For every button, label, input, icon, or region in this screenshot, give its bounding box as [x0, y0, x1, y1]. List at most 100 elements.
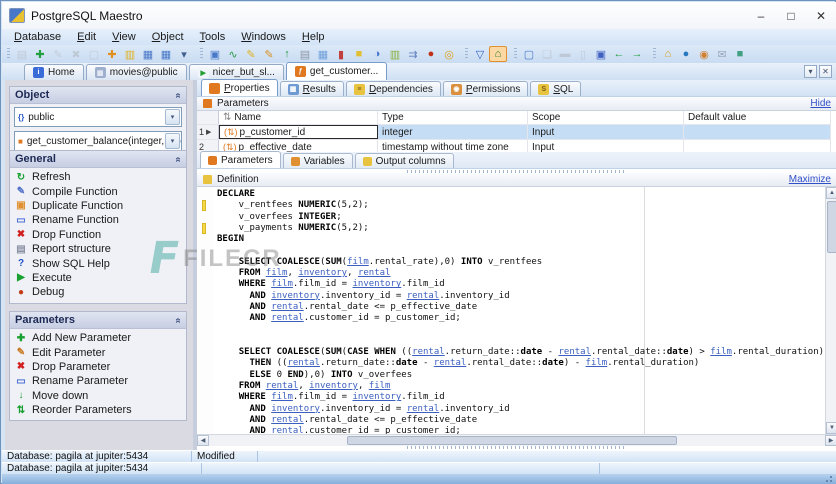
tab-dependencies[interactable]: ≡Dependencies [346, 81, 441, 96]
restore-window-icon[interactable]: ▢ [520, 46, 538, 62]
data-export-icon[interactable]: ↑ [278, 46, 296, 62]
filter-icon[interactable]: ▽ [471, 46, 489, 62]
column-header-name[interactable]: ⇅Name [219, 111, 378, 124]
scroll-right-icon[interactable]: ▶ [825, 435, 836, 446]
scheduler-icon[interactable]: ◑ [368, 46, 386, 62]
resize-grip[interactable] [824, 476, 832, 484]
code-line[interactable]: FROM film, inventory, rental [217, 268, 824, 279]
doc-tab-movies-public[interactable]: ▦movies@public [86, 64, 187, 80]
code-line[interactable]: WHERE film.film_id = inventory.film_id [217, 392, 824, 403]
code-line[interactable]: FROM rental, inventory, film [217, 381, 824, 392]
doc-tab-get-customer[interactable]: ƒget_customer... [286, 62, 387, 80]
action-rename-parameter[interactable]: ▭Rename Parameter [10, 374, 186, 388]
schema-select[interactable]: {}public▾ [14, 107, 182, 127]
print-icon[interactable]: ▤ [296, 46, 314, 62]
users-icon[interactable]: ◉ [695, 46, 713, 62]
collapse-chevron-icon[interactable]: « [173, 317, 184, 323]
action-edit-parameter[interactable]: ✎Edit Parameter [10, 345, 186, 359]
wizard-icon[interactable]: ✚ [103, 46, 121, 62]
tile-vertical-icon[interactable]: ▯ [574, 46, 592, 62]
action-drop-parameter[interactable]: ✖Drop Parameter [10, 360, 186, 374]
code-line[interactable]: SELECT COALESCE(SUM(film.rental_rate),0)… [217, 257, 824, 268]
code-line[interactable]: THEN ((rental.return_date::date - rental… [217, 358, 824, 369]
param-name-cell[interactable]: (⇅)p_customer_id [219, 125, 378, 139]
action-drop-function[interactable]: ✖Drop Function [10, 228, 186, 242]
toolbar-overflow-icon[interactable]: ▾ [175, 46, 193, 62]
report-icon[interactable]: ▮ [332, 46, 350, 62]
param-scope-cell[interactable]: Input [528, 125, 684, 139]
horizontal-scrollbar[interactable]: ◀ ▶ [197, 434, 836, 446]
action-reorder-parameters[interactable]: ⇅Reorder Parameters [10, 403, 186, 417]
vertical-scrollbar-thumb[interactable] [827, 201, 836, 253]
chevron-down-icon[interactable]: ▾ [165, 109, 180, 125]
action-rename-function[interactable]: ▭Rename Function [10, 213, 186, 227]
collapse-chevron-icon[interactable]: « [173, 92, 184, 98]
doc-tab-home[interactable]: iHome [24, 64, 84, 80]
menu-view[interactable]: View [104, 29, 144, 45]
action-duplicate-function[interactable]: ▣Duplicate Function [10, 199, 186, 213]
code-line[interactable] [217, 245, 824, 256]
create-database-icon[interactable]: ✚ [31, 46, 49, 62]
web-icon[interactable]: ● [677, 46, 695, 62]
action-add-new-parameter[interactable]: ✚Add New Parameter [10, 331, 186, 345]
tab-results[interactable]: ▦Results [280, 81, 344, 96]
scroll-up-icon[interactable]: ▲ [826, 187, 836, 199]
hide-link[interactable]: Hide [810, 98, 831, 109]
column-header-default-value[interactable]: Default value [684, 111, 831, 124]
code-line[interactable]: v_overfees INTEGER; [217, 212, 824, 223]
parameters-panel-header[interactable]: Parameters « [10, 312, 186, 329]
code-line[interactable]: AND inventory.inventory_id = rental.inve… [217, 291, 824, 302]
subtab-variables[interactable]: Variables [283, 153, 353, 168]
donut-icon[interactable]: ◎ [440, 46, 458, 62]
column-header-scope[interactable]: Scope [528, 111, 684, 124]
object-select[interactable]: ■get_customer_balance(integer, timestamp… [14, 131, 182, 151]
chevron-down-icon[interactable]: ▾ [165, 133, 180, 149]
form-icon[interactable]: ▥ [386, 46, 404, 62]
save-layout-icon[interactable]: ▣ [592, 46, 610, 62]
tile-horizontal-icon[interactable]: ▬ [556, 46, 574, 62]
menu-edit[interactable]: Edit [69, 29, 104, 45]
image-icon[interactable]: ▦ [314, 46, 332, 62]
scroll-left-icon[interactable]: ◀ [197, 435, 209, 446]
code-line[interactable]: BEGIN [217, 234, 824, 245]
code-line[interactable]: v_rentfees NUMERIC(5,2); [217, 200, 824, 211]
code-line[interactable] [217, 325, 824, 336]
object-manager-icon[interactable]: ▦ [157, 46, 175, 62]
navigate-forward-icon[interactable]: → [628, 46, 646, 62]
editor-code[interactable]: DECLARE v_rentfees NUMERIC(5,2); v_overf… [217, 189, 824, 434]
maximize-link[interactable]: Maximize [789, 174, 831, 185]
sql-editor-icon[interactable]: ▣ [206, 46, 224, 62]
code-line[interactable]: v_payments NUMERIC(5,2); [217, 223, 824, 234]
tab-overflow-button[interactable]: ▾ [804, 65, 817, 78]
code-line[interactable]: AND rental.rental_date <= p_effective_da… [217, 302, 824, 313]
object-browser-icon[interactable]: ▦ [139, 46, 157, 62]
minimize-button[interactable]: – [746, 2, 776, 29]
mail-icon[interactable]: ✉ [713, 46, 731, 62]
code-line[interactable] [217, 336, 824, 347]
vertical-scrollbar[interactable]: ▲ ▼ [825, 187, 836, 434]
home-page-icon[interactable]: ⌂ [659, 46, 677, 62]
subtab-parameters[interactable]: Parameters [200, 151, 281, 168]
action-refresh[interactable]: ↻Refresh [10, 170, 186, 184]
cascade-icon[interactable]: ❏ [538, 46, 556, 62]
object-panel-header[interactable]: Object « [10, 87, 186, 104]
collapse-chevron-icon[interactable]: « [173, 156, 184, 162]
action-execute[interactable]: ▶Execute [10, 271, 186, 285]
code-line[interactable]: AND rental.customer_id = p_customer_id; [217, 426, 824, 434]
action-compile-function[interactable]: ✎Compile Function [10, 184, 186, 198]
navigate-back-icon[interactable]: ← [610, 46, 628, 62]
tab-permissions[interactable]: ◉Permissions [443, 81, 528, 96]
database-properties-icon[interactable]: ▥ [121, 46, 139, 62]
code-line[interactable]: SELECT COALESCE(SUM(CASE WHEN ((rental.r… [217, 347, 824, 358]
product-icon[interactable]: ■ [731, 46, 749, 62]
menu-help[interactable]: Help [294, 29, 333, 45]
menu-database[interactable]: Database [6, 29, 69, 45]
menu-windows[interactable]: Windows [233, 29, 294, 45]
horizontal-scrollbar-thumb[interactable] [347, 436, 677, 445]
action-show-sql-help[interactable]: ?Show SQL Help [10, 256, 186, 270]
drop-database-icon[interactable]: ✖ [67, 46, 85, 62]
horizontal-splitter[interactable] [407, 446, 627, 449]
code-line[interactable]: ELSE 0 END),0) INTO v_overfees [217, 370, 824, 381]
action-move-down[interactable]: ↓Move down [10, 389, 186, 403]
doc-tab-nicer-but-sl[interactable]: ▶nicer_but_sl... [189, 64, 284, 80]
